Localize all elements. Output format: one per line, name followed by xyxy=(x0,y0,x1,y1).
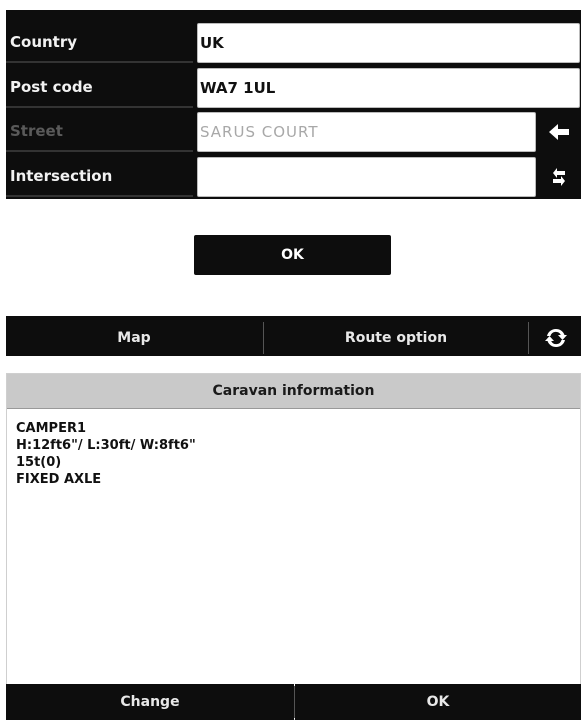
country-value: UK xyxy=(200,34,224,52)
country-label-text: Country xyxy=(10,33,78,51)
ok-button-label: OK xyxy=(281,247,304,263)
caravan-dimensions: H:12ft6"/ L:30ft/ W:8ft6" xyxy=(16,438,196,453)
caravan-title: Caravan information xyxy=(212,383,375,399)
country-field[interactable]: UK xyxy=(197,23,580,63)
route-option-button[interactable]: Route option xyxy=(265,320,527,356)
map-button-label: Map xyxy=(117,330,151,346)
postcode-label: Post code xyxy=(6,68,193,108)
caravan-ok-label: OK xyxy=(426,694,450,710)
street-label: Street xyxy=(6,112,193,152)
postcode-field[interactable]: WA7 1UL xyxy=(197,68,580,108)
caravan-header: Caravan information xyxy=(7,374,580,409)
postcode-value: WA7 1UL xyxy=(200,79,276,97)
arrow-left-icon xyxy=(549,124,569,140)
intersection-label-text: Intersection xyxy=(10,167,113,185)
intersection-label: Intersection xyxy=(6,157,193,197)
caravan-weight: 15t(0) xyxy=(16,455,62,470)
country-label: Country xyxy=(6,23,193,63)
refresh-icon xyxy=(544,328,567,348)
bar-divider xyxy=(528,322,529,354)
intersection-field[interactable] xyxy=(197,157,536,197)
back-button[interactable] xyxy=(538,112,580,152)
change-button[interactable]: Change xyxy=(6,684,294,720)
street-label-text: Street xyxy=(10,122,63,140)
caravan-ok-button[interactable]: OK xyxy=(295,684,581,720)
refresh-button[interactable] xyxy=(530,320,581,356)
map-button[interactable]: Map xyxy=(6,320,262,356)
change-button-label: Change xyxy=(120,694,180,710)
swap-arrows-icon xyxy=(553,168,565,186)
swap-button[interactable] xyxy=(538,157,580,197)
postcode-label-text: Post code xyxy=(10,78,93,96)
route-option-label: Route option xyxy=(344,330,448,346)
bar-divider xyxy=(263,322,264,354)
caravan-axle: FIXED AXLE xyxy=(16,472,102,487)
caravan-name: CAMPER1 xyxy=(16,421,87,436)
address-entry-screen: Country UK Post code WA7 1UL Street SARU… xyxy=(6,10,581,356)
ok-button[interactable]: OK xyxy=(194,235,391,275)
caravan-details: CAMPER1 H:12ft6"/ L:30ft/ W:8ft6" 15t(0)… xyxy=(16,420,556,488)
street-value: SARUS COURT xyxy=(200,123,319,141)
street-field[interactable]: SARUS COURT xyxy=(197,112,536,152)
caravan-info-screen: Caravan information CAMPER1 H:12ft6"/ L:… xyxy=(6,373,581,720)
